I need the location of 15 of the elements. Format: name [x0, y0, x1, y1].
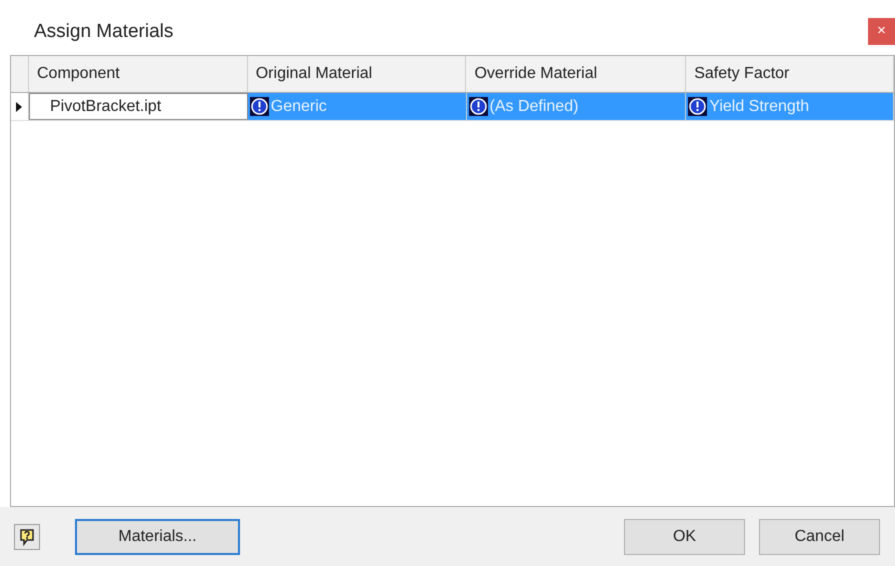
- materials-button[interactable]: Materials...: [75, 518, 240, 554]
- help-icon[interactable]: [14, 524, 40, 550]
- column-header[interactable]: Safety Factor: [686, 56, 894, 92]
- cell-text: PivotBracket.ipt: [50, 96, 162, 116]
- window-title: Assign Materials: [34, 20, 174, 44]
- column-header[interactable]: Original Material: [248, 56, 466, 92]
- cell-text: Yield Strength: [709, 96, 810, 116]
- cell-text: (As Defined): [490, 96, 578, 116]
- cell-text: Generic: [270, 96, 327, 116]
- close-button[interactable]: ×: [868, 18, 895, 45]
- table-cell[interactable]: PivotBracket.ipt: [28, 93, 248, 120]
- column-header[interactable]: Component: [28, 56, 248, 92]
- column-header[interactable]: Override Material: [466, 56, 686, 92]
- cancel-button[interactable]: Cancel: [759, 518, 880, 554]
- ok-button[interactable]: OK: [624, 518, 745, 554]
